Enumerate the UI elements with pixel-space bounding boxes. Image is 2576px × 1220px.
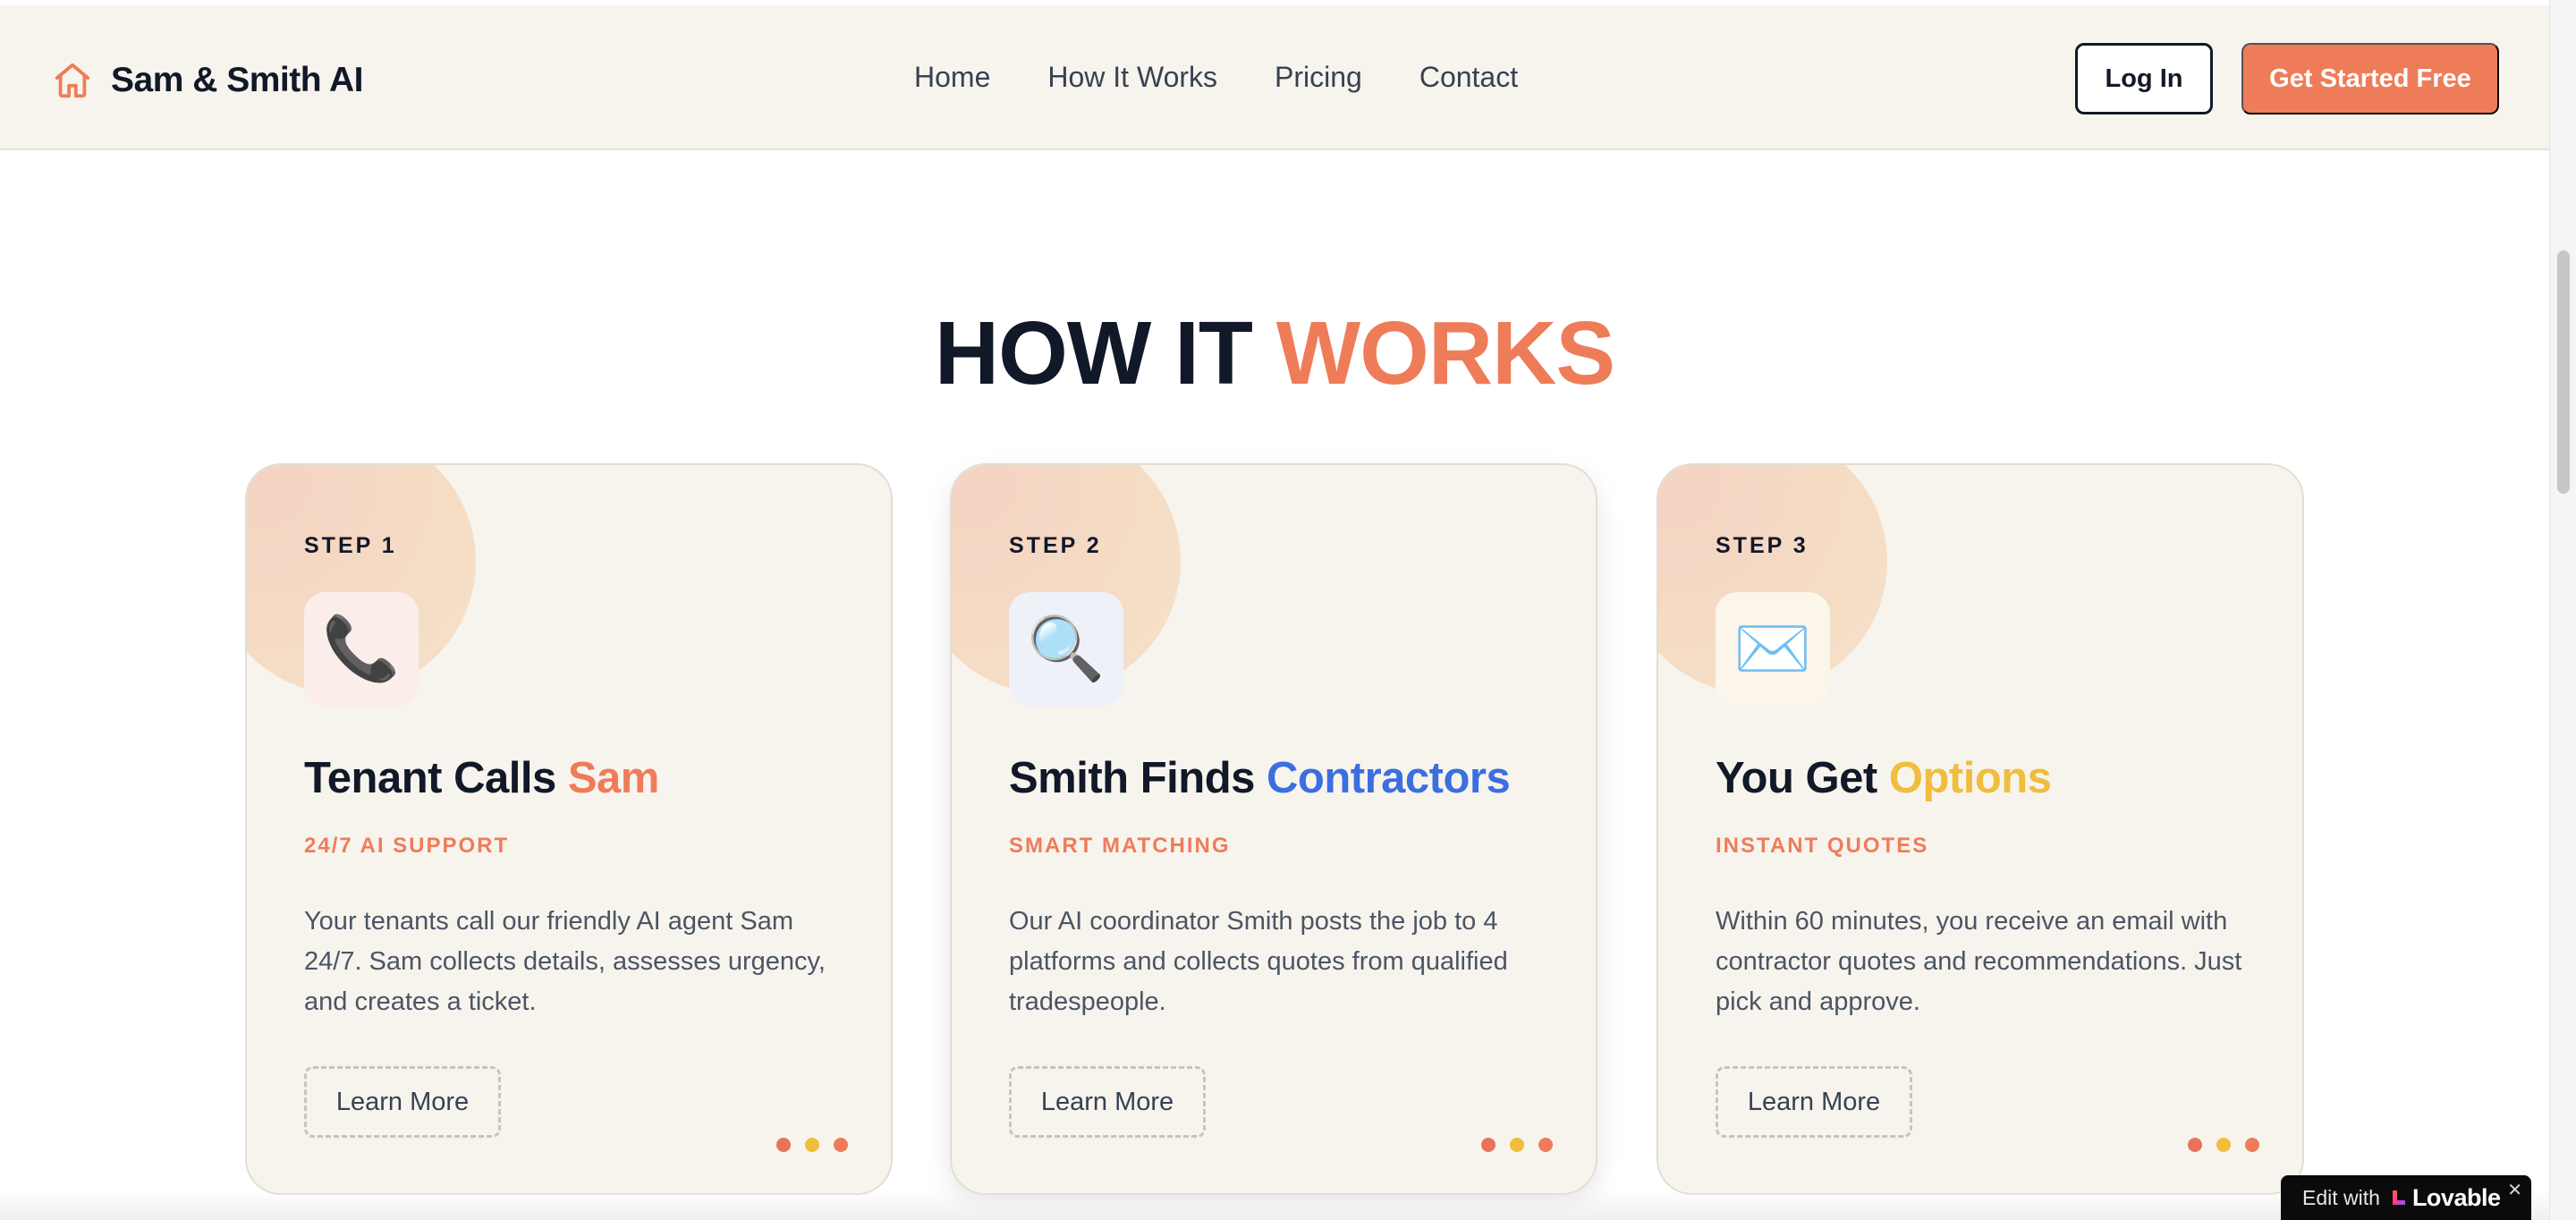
learn-more-button[interactable]: Learn More: [1009, 1066, 1206, 1138]
card-title-accent: Options: [1888, 754, 2052, 802]
card-title-main: You Get: [1716, 754, 1877, 802]
magnifier-icon: 🔍: [1009, 592, 1123, 707]
dot-yellow: [805, 1138, 819, 1152]
page-viewport: Sam & Smith AI Home How It Works Pricing…: [0, 0, 2549, 1220]
card-title: You Get Options: [1716, 753, 2052, 803]
step-card-2: STEP 2 🔍 Smith Finds Contractors SMART M…: [950, 463, 1597, 1195]
lovable-heart-icon: [2392, 1190, 2405, 1205]
brand[interactable]: Sam & Smith AI: [52, 55, 363, 106]
card-dots: [1481, 1138, 1553, 1152]
card-description: Within 60 minutes, you receive an email …: [1716, 907, 2242, 1016]
badge-prefix: Edit with: [2302, 1185, 2380, 1209]
envelope-icon-glyph: ✉️: [1733, 614, 1812, 683]
login-button[interactable]: Log In: [2075, 43, 2213, 114]
close-icon[interactable]: ✕: [2507, 1179, 2522, 1201]
dot-red: [776, 1138, 791, 1152]
dot-orange: [2245, 1138, 2259, 1152]
learn-more-button[interactable]: Learn More: [1716, 1066, 1912, 1138]
nav-link-contact[interactable]: Contact: [1419, 61, 1518, 94]
section-title: HOW IT WORKS: [0, 309, 2549, 398]
card-title-main: Tenant Calls: [304, 754, 556, 802]
vertical-scrollbar[interactable]: [2549, 0, 2576, 1220]
brand-name: Sam & Smith AI: [111, 61, 363, 99]
learn-more-button[interactable]: Learn More: [304, 1066, 501, 1138]
dot-red: [2188, 1138, 2202, 1152]
card-title-main: Smith Finds: [1009, 754, 1255, 802]
bottom-fade: [0, 1190, 2549, 1220]
card-dots: [2188, 1138, 2259, 1152]
step-label: STEP 3: [1716, 533, 1809, 558]
phone-icon: 📞: [304, 592, 419, 707]
step-card-1: STEP 1 📞 Tenant Calls Sam 24/7 AI SUPPOR…: [245, 463, 893, 1195]
nav-link-home[interactable]: Home: [914, 61, 990, 94]
dot-red: [1481, 1138, 1496, 1152]
step-card-3: STEP 3 ✉️ You Get Options INSTANT QUOTES…: [1657, 463, 2304, 1195]
nav-link-pricing[interactable]: Pricing: [1275, 61, 1362, 94]
card-title-accent: Sam: [567, 754, 660, 802]
nav-links: Home How It Works Pricing Contact: [914, 61, 1518, 94]
section-title-main: HOW IT: [934, 303, 1253, 403]
phone-icon-glyph: 📞: [322, 614, 401, 683]
card-subtitle: 24/7 AI SUPPORT: [304, 834, 510, 858]
card-description: Our AI coordinator Smith posts the job t…: [1009, 907, 1508, 1016]
envelope-icon: ✉️: [1716, 592, 1830, 707]
card-title: Tenant Calls Sam: [304, 753, 659, 803]
card-dots: [776, 1138, 848, 1152]
dot-yellow: [1510, 1138, 1524, 1152]
card-title-accent: Contractors: [1267, 754, 1511, 802]
card-description: Your tenants call our friendly AI agent …: [304, 907, 826, 1016]
magnifier-icon-glyph: 🔍: [1027, 614, 1106, 683]
home-icon: [55, 63, 90, 98]
edit-with-lovable-badge[interactable]: Edit with Lovable ✕: [2281, 1175, 2531, 1220]
badge-brand: Lovable: [2411, 1183, 2501, 1211]
card-subtitle: SMART MATCHING: [1009, 834, 1231, 858]
dot-orange: [834, 1138, 848, 1152]
step-label: STEP 1: [304, 533, 397, 558]
dot-orange: [1538, 1138, 1553, 1152]
top-navbar: Sam & Smith AI Home How It Works Pricing…: [0, 5, 2549, 150]
step-label: STEP 2: [1009, 533, 1102, 558]
get-started-button[interactable]: Get Started Free: [2241, 43, 2499, 114]
scrollbar-thumb[interactable]: [2557, 250, 2570, 494]
nav-link-how-it-works[interactable]: How It Works: [1047, 61, 1217, 94]
card-subtitle: INSTANT QUOTES: [1716, 834, 1929, 858]
dot-yellow: [2216, 1138, 2231, 1152]
card-title: Smith Finds Contractors: [1009, 753, 1511, 803]
section-title-accent: WORKS: [1275, 303, 1615, 403]
